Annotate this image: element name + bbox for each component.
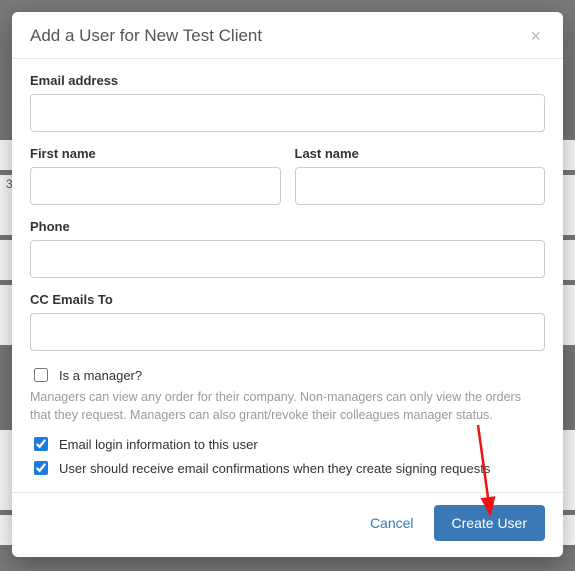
last-name-label: Last name (295, 146, 546, 161)
cancel-button[interactable]: Cancel (364, 505, 420, 541)
is-manager-checkbox[interactable] (34, 368, 48, 382)
add-user-modal: Add a User for New Test Client × Email a… (12, 12, 563, 557)
modal-header: Add a User for New Test Client × (12, 12, 563, 59)
is-manager-label: Is a manager? (59, 368, 142, 383)
cc-emails-field[interactable] (30, 313, 545, 351)
email-confirm-checkbox[interactable] (34, 461, 48, 475)
email-login-checkbox[interactable] (34, 437, 48, 451)
email-field[interactable] (30, 94, 545, 132)
modal-title: Add a User for New Test Client (30, 26, 262, 46)
modal-body: Email address First name Last name Phone… (12, 59, 563, 492)
modal-footer: Cancel Create User (12, 492, 563, 557)
last-name-field[interactable] (295, 167, 546, 205)
phone-label: Phone (30, 219, 545, 234)
email-label: Email address (30, 73, 545, 88)
first-name-field[interactable] (30, 167, 281, 205)
first-name-label: First name (30, 146, 281, 161)
close-icon[interactable]: × (526, 27, 545, 45)
cc-emails-label: CC Emails To (30, 292, 545, 307)
email-confirm-label: User should receive email confirmations … (59, 461, 490, 476)
manager-help-text: Managers can view any order for their co… (30, 389, 545, 424)
create-user-button[interactable]: Create User (434, 505, 545, 541)
phone-field[interactable] (30, 240, 545, 278)
email-login-label: Email login information to this user (59, 437, 258, 452)
